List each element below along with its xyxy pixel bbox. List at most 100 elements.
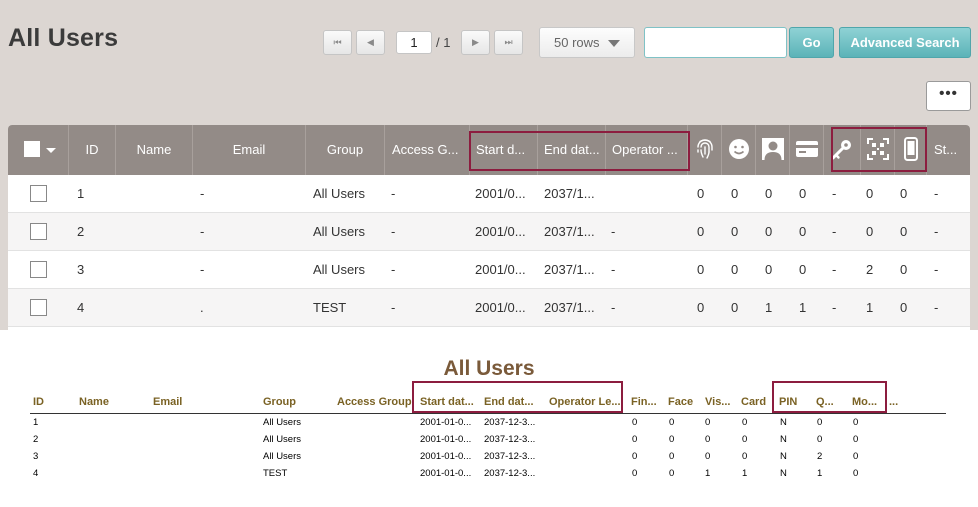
grid-cell-pin: - — [832, 186, 837, 201]
header-group[interactable]: Group — [306, 125, 385, 175]
report-cell-visual-face: 1 — [705, 468, 711, 479]
rows-per-page-value: 50 rows — [554, 35, 600, 50]
search-input[interactable] — [644, 27, 787, 58]
grid-cell-start-date: 2001/0... — [475, 224, 526, 239]
prev-page-icon: ◀ — [367, 37, 374, 47]
grid-cell-access-group: - — [391, 262, 396, 277]
next-page-button[interactable]: ▶ — [461, 30, 490, 55]
header-start-date[interactable]: Start d... — [470, 125, 538, 175]
page-total: / 1 — [436, 35, 451, 50]
header-end-date[interactable]: End dat... — [538, 125, 606, 175]
grid-cell-qr: 2 — [866, 262, 874, 277]
report-header-divider — [30, 413, 946, 414]
grid-cell-operator-level: - — [611, 262, 616, 277]
grid-cell-id: 2 — [77, 224, 85, 239]
grid-cell-end-date: 2037/1... — [544, 224, 595, 239]
report-cell-start-date: 2001-01-0... — [420, 434, 472, 445]
report-cell-id: 2 — [33, 434, 39, 445]
chevron-down-icon[interactable] — [46, 148, 56, 153]
grid-cell-fingerprint: 0 — [697, 186, 705, 201]
grid-cell-operator-level: - — [611, 224, 616, 239]
grid-cell-group: All Users — [313, 186, 366, 201]
row-checkbox[interactable] — [30, 223, 47, 240]
report-header-name: Name — [79, 396, 109, 408]
header-card[interactable] — [790, 125, 824, 175]
report-cell-group: TEST — [263, 468, 288, 479]
grid-cell-qr: 0 — [866, 186, 874, 201]
header-email[interactable]: Email — [193, 125, 306, 175]
report-cell-qr: 1 — [817, 468, 823, 479]
header-access-group[interactable]: Access G... — [385, 125, 470, 175]
grid-cell-mobile: 0 — [900, 186, 908, 201]
row-checkbox[interactable] — [30, 185, 47, 202]
report-header-mobile: Mo... — [852, 396, 878, 408]
table-row[interactable]: 4. TEST - 2001/0... 2037/1... - 0 0 1 1 - 1 0 - — [8, 289, 970, 327]
report-cell-visual-face: 0 — [705, 451, 711, 462]
header-status[interactable]: St... — [927, 125, 970, 175]
page-title: All Users — [8, 24, 119, 52]
report-cell-fingerprint: 0 — [632, 468, 638, 479]
header-id[interactable]: ID — [69, 125, 116, 175]
next-page-icon: ▶ — [472, 37, 479, 47]
report-cell-start-date: 2001-01-0... — [420, 468, 472, 479]
report-cell-group: All Users — [263, 417, 302, 428]
last-page-icon: ⏭ — [504, 37, 513, 47]
select-all-checkbox[interactable] — [24, 141, 40, 157]
row-checkbox[interactable] — [30, 299, 47, 316]
user-grid: ID Name Email Group Access G... Start d.… — [8, 125, 970, 330]
report-cell-card: 0 — [742, 451, 748, 462]
header-qr[interactable] — [861, 125, 895, 175]
grid-cell-visual-face: 0 — [765, 262, 773, 277]
report-cell-start-date: 2001-01-0... — [420, 417, 472, 428]
header-name[interactable]: Name — [116, 125, 193, 175]
report-cell-pin: N — [780, 417, 787, 428]
visual-face-icon — [762, 138, 784, 160]
report-header-operator-level: Operator Le... — [549, 396, 621, 408]
grid-cell-group: TEST — [313, 300, 347, 315]
grid-cell-start-date: 2001/0... — [475, 186, 526, 201]
report-cell-end-date: 2037-12-3... — [484, 434, 536, 445]
report-header-pin: PIN — [779, 396, 798, 408]
header-pin[interactable] — [824, 125, 861, 175]
grid-cell-card: 0 — [799, 262, 807, 277]
header-visual-face[interactable] — [756, 125, 790, 175]
grid-cell-id: 1 — [77, 186, 85, 201]
row-checkbox[interactable] — [30, 261, 47, 278]
report-header-fingerprint: Fin... — [631, 396, 657, 408]
report-header-qr: Q... — [816, 396, 834, 408]
rows-per-page-select[interactable]: 50 rows — [539, 27, 635, 58]
qr-code-icon — [867, 138, 889, 160]
grid-cell-card: 0 — [799, 186, 807, 201]
report-cell-card: 0 — [742, 434, 748, 445]
table-row[interactable]: 3 - All Users - 2001/0... 2037/1... - 0 0 0 0 - 2 0 - — [8, 251, 970, 289]
report-header-visual-face: Vis... — [705, 396, 731, 408]
report-cell-pin: N — [780, 468, 787, 479]
header-mobile[interactable] — [895, 125, 927, 175]
advanced-search-button[interactable]: Advanced Search — [839, 27, 971, 58]
prev-page-button[interactable]: ◀ — [356, 30, 385, 55]
go-button[interactable]: Go — [789, 27, 834, 58]
grid-cell-fingerprint: 0 — [697, 262, 705, 277]
header-operator-level[interactable]: Operator ... — [606, 125, 688, 175]
last-page-button[interactable]: ⏭ — [494, 30, 523, 55]
page-number-input[interactable]: 1 — [396, 31, 432, 54]
report-cell-visual-face: 0 — [705, 417, 711, 428]
table-row[interactable]: 2 - All Users - 2001/0... 2037/1... - 0 0 0 0 - 0 0 - — [8, 213, 970, 251]
grid-cell-end-date: 2037/1... — [544, 262, 595, 277]
grid-cell-face: 0 — [731, 262, 739, 277]
grid-cell-status: - — [934, 186, 939, 201]
report-header-card: Card — [741, 396, 767, 408]
face-icon — [729, 139, 749, 159]
header-face[interactable] — [722, 125, 756, 175]
grid-cell-group: All Users — [313, 262, 366, 277]
table-row[interactable]: 1 - All Users - 2001/0... 2037/1... 0 0 0 0 - 0 0 - — [8, 175, 970, 213]
grid-cell-face: 0 — [731, 300, 739, 315]
select-all-column[interactable] — [8, 125, 69, 175]
report-cell-qr: 2 — [817, 451, 823, 462]
first-page-button[interactable]: ⏮ — [323, 30, 352, 55]
report-cell-face: 0 — [669, 434, 675, 445]
more-options-button[interactable]: ••• — [926, 81, 971, 111]
report-cell-visual-face: 0 — [705, 434, 711, 445]
header-fingerprint[interactable] — [688, 125, 722, 175]
grid-cell-fingerprint: 0 — [697, 224, 705, 239]
